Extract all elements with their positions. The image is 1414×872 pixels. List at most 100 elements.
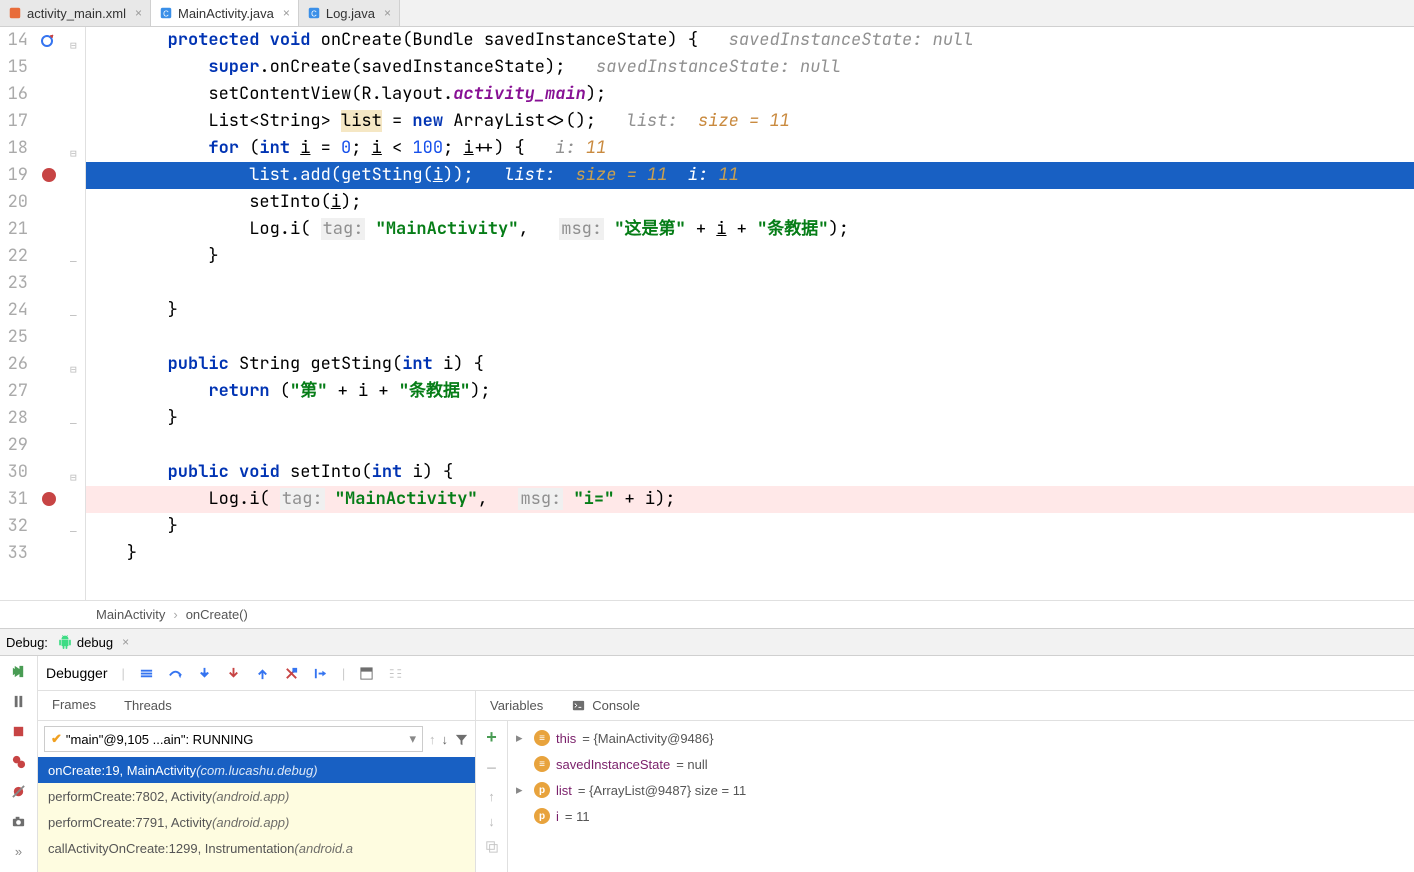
- code-line[interactable]: [86, 432, 1414, 459]
- step-into-icon[interactable]: [197, 666, 212, 681]
- expand-arrow-icon[interactable]: ▸: [516, 782, 528, 798]
- fold-toggle-icon[interactable]: —: [70, 411, 77, 438]
- fold-toggle-icon[interactable]: ⊟: [70, 33, 77, 60]
- breakpoint-gutter[interactable]: [36, 27, 66, 600]
- breakpoint-icon[interactable]: [42, 168, 56, 182]
- stack-frame[interactable]: onCreate:19, MainActivity (com.lucashu.d…: [38, 757, 475, 783]
- code-line[interactable]: return ("第" + i + "条教据");: [86, 378, 1414, 405]
- frames-panel: ✔ "main"@9,105 ...ain": RUNNING ▾ ↑ ↓ on…: [38, 721, 476, 872]
- code-line[interactable]: setInto(i);: [86, 189, 1414, 216]
- view-breakpoints-button[interactable]: [10, 752, 28, 770]
- code-line[interactable]: }: [86, 297, 1414, 324]
- code-line[interactable]: for (int i = 0; i < 100; i++) { i: 11: [86, 135, 1414, 162]
- file-tab[interactable]: CLog.java×: [299, 0, 400, 26]
- fold-toggle-icon[interactable]: —: [70, 519, 77, 546]
- fold-toggle-icon[interactable]: —: [70, 249, 77, 276]
- thread-selector[interactable]: ✔ "main"@9,105 ...ain": RUNNING ▾: [44, 726, 423, 752]
- stop-button[interactable]: [10, 722, 28, 740]
- code-line[interactable]: }: [86, 243, 1414, 270]
- previous-frame-icon[interactable]: ↑: [429, 732, 436, 747]
- fold-gutter[interactable]: ⊟ ⊟ — — ⊟ — ⊟ —: [66, 27, 86, 600]
- trace-current-stream-chain-icon[interactable]: [388, 666, 403, 681]
- code-line[interactable]: public String getSting(int i) {: [86, 351, 1414, 378]
- override-icon[interactable]: [40, 31, 56, 58]
- code-area[interactable]: protected void onCreate(Bundle savedInst…: [86, 27, 1414, 600]
- move-up-icon[interactable]: ↑: [488, 789, 495, 804]
- expand-arrow-icon[interactable]: ▸: [516, 730, 528, 746]
- pause-button[interactable]: [10, 692, 28, 710]
- code-line[interactable]: [86, 324, 1414, 351]
- tab-threads[interactable]: Threads: [110, 691, 186, 720]
- fold-toggle-icon[interactable]: —: [70, 303, 77, 330]
- step-out-icon[interactable]: [255, 666, 270, 681]
- mute-breakpoints-button[interactable]: [10, 782, 28, 800]
- run-to-cursor-icon[interactable]: [313, 666, 328, 681]
- fold-toggle-icon[interactable]: ⊟: [70, 357, 77, 384]
- variable-row[interactable]: pi = 11: [516, 803, 1414, 829]
- camera-icon[interactable]: [10, 812, 28, 830]
- check-icon: ✔: [51, 731, 62, 747]
- variable-row[interactable]: ≡savedInstanceState = null: [516, 751, 1414, 777]
- fold-toggle-icon[interactable]: ⊟: [70, 141, 77, 168]
- variables-panel[interactable]: ▸≡this = {MainActivity@9486}≡savedInstan…: [508, 721, 1414, 872]
- close-icon[interactable]: ×: [283, 6, 290, 20]
- code-line[interactable]: list.add(getSting(i)); list: size = 11 i…: [86, 162, 1414, 189]
- debug-config-tab[interactable]: debug ×: [58, 635, 129, 650]
- add-watch-icon[interactable]: +: [486, 727, 497, 748]
- resume-button[interactable]: [10, 662, 28, 680]
- code-line[interactable]: [86, 270, 1414, 297]
- breadcrumb-method[interactable]: onCreate(): [186, 607, 248, 622]
- stack-frame[interactable]: performCreate:7791, Activity (android.ap…: [38, 809, 475, 835]
- tab-console-label: Console: [592, 698, 640, 713]
- close-icon[interactable]: ×: [122, 635, 129, 649]
- code-editor[interactable]: 1415161718192021222324252627282930313233…: [0, 27, 1414, 600]
- drop-frame-icon[interactable]: [284, 666, 299, 681]
- stack-frame[interactable]: performCreate:7802, Activity (android.ap…: [38, 783, 475, 809]
- close-icon[interactable]: ×: [384, 6, 391, 20]
- tab-console[interactable]: Console: [557, 691, 654, 720]
- step-over-icon[interactable]: [168, 666, 183, 681]
- filter-icon[interactable]: [454, 732, 469, 747]
- debug-side-toolbar: »: [0, 656, 38, 872]
- duplicate-watch-icon[interactable]: [484, 839, 499, 854]
- remove-watch-icon[interactable]: −: [486, 758, 497, 779]
- code-line[interactable]: public void setInto(int i) {: [86, 459, 1414, 486]
- file-tab[interactable]: activity_main.xml×: [0, 0, 151, 26]
- debug-title: Debug:: [6, 635, 48, 650]
- show-execution-point-icon[interactable]: [139, 666, 154, 681]
- breadcrumb-class[interactable]: MainActivity: [96, 607, 165, 622]
- close-icon[interactable]: ×: [135, 6, 142, 20]
- evaluate-expression-icon[interactable]: [359, 666, 374, 681]
- variable-type-icon: ≡: [534, 756, 550, 772]
- move-down-icon[interactable]: ↓: [488, 814, 495, 829]
- fold-toggle-icon[interactable]: ⊟: [70, 465, 77, 492]
- tab-frames[interactable]: Frames: [38, 691, 110, 720]
- code-line[interactable]: Log.i( tag: "MainActivity", msg: "i=" + …: [86, 486, 1414, 513]
- variable-type-icon: p: [534, 782, 550, 798]
- debug-panel: » Debugger | | Frames Threads Variables: [0, 656, 1414, 872]
- breadcrumb[interactable]: MainActivity › onCreate(): [0, 600, 1414, 628]
- code-line[interactable]: setContentView(R.layout.activity_main);: [86, 81, 1414, 108]
- file-tab[interactable]: CMainActivity.java×: [151, 0, 299, 26]
- variable-type-icon: ≡: [534, 730, 550, 746]
- code-line[interactable]: }: [86, 513, 1414, 540]
- code-line[interactable]: protected void onCreate(Bundle savedInst…: [86, 27, 1414, 54]
- debugger-tab[interactable]: Debugger: [46, 665, 108, 681]
- breakpoint-icon[interactable]: [42, 492, 56, 506]
- code-line[interactable]: Log.i( tag: "MainActivity", msg: "这是第" +…: [86, 216, 1414, 243]
- code-line[interactable]: List<String> list = new ArrayList<>(); l…: [86, 108, 1414, 135]
- variable-row[interactable]: ▸plist = {ArrayList@9487} size = 11: [516, 777, 1414, 803]
- variable-value: = {MainActivity@9486}: [582, 731, 713, 746]
- variable-row[interactable]: ▸≡this = {MainActivity@9486}: [516, 725, 1414, 751]
- force-step-into-icon[interactable]: [226, 666, 241, 681]
- code-line[interactable]: super.onCreate(savedInstanceState); save…: [86, 54, 1414, 81]
- next-frame-icon[interactable]: ↓: [442, 732, 449, 747]
- code-line[interactable]: }: [86, 540, 1414, 567]
- frames-list[interactable]: onCreate:19, MainActivity (com.lucashu.d…: [38, 757, 475, 872]
- tab-variables[interactable]: Variables: [476, 691, 557, 720]
- xml-file-icon: [8, 6, 22, 20]
- stack-frame[interactable]: callActivityOnCreate:1299, Instrumentati…: [38, 835, 475, 861]
- more-icon[interactable]: »: [10, 842, 28, 860]
- variable-value: = 11: [565, 809, 590, 824]
- code-line[interactable]: }: [86, 405, 1414, 432]
